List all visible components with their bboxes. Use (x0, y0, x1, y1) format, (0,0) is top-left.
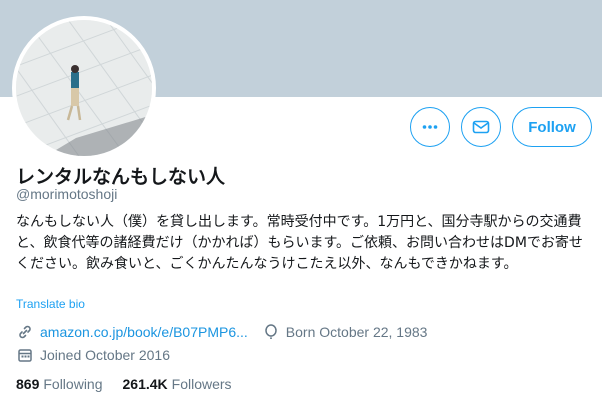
calendar-icon (16, 346, 34, 364)
profile-actions: Follow (410, 107, 592, 147)
balloon-icon (262, 323, 280, 341)
translate-bio-link[interactable]: Translate bio (16, 297, 85, 311)
link-icon (16, 323, 34, 341)
avatar-photo (16, 20, 152, 156)
profile-meta-row-joined: Joined October 2016 (16, 346, 170, 364)
display-name: レンタルなんもしない人 (16, 166, 226, 188)
following-count: 869 (16, 376, 40, 392)
profile-meta-row: amazon.co.jp/book/e/B07PMP6... Born Octo… (16, 323, 427, 341)
more-button[interactable] (410, 107, 450, 147)
follow-stats: 869 Following 261.4K Followers (16, 376, 252, 392)
user-handle: @morimotoshoji (16, 186, 118, 202)
following-stat[interactable]: 869 Following (16, 376, 103, 392)
more-icon (422, 125, 438, 129)
followers-label: Followers (171, 376, 232, 392)
avatar[interactable] (12, 16, 156, 160)
message-button[interactable] (461, 107, 501, 147)
followers-count: 261.4K (122, 376, 168, 392)
following-label: Following (43, 376, 103, 392)
joined-date: Joined October 2016 (40, 347, 170, 363)
followers-stat[interactable]: 261.4K Followers (123, 376, 232, 392)
website-link[interactable]: amazon.co.jp/book/e/B07PMP6... (40, 324, 248, 340)
follow-button[interactable]: Follow (512, 107, 592, 147)
envelope-icon (472, 120, 490, 134)
birthday-text: Born October 22, 1983 (285, 324, 428, 340)
profile-bio: なんもしない人（僕）を貸し出します。常時受付中です。1万円と、国分寺駅からの交通… (16, 214, 583, 272)
